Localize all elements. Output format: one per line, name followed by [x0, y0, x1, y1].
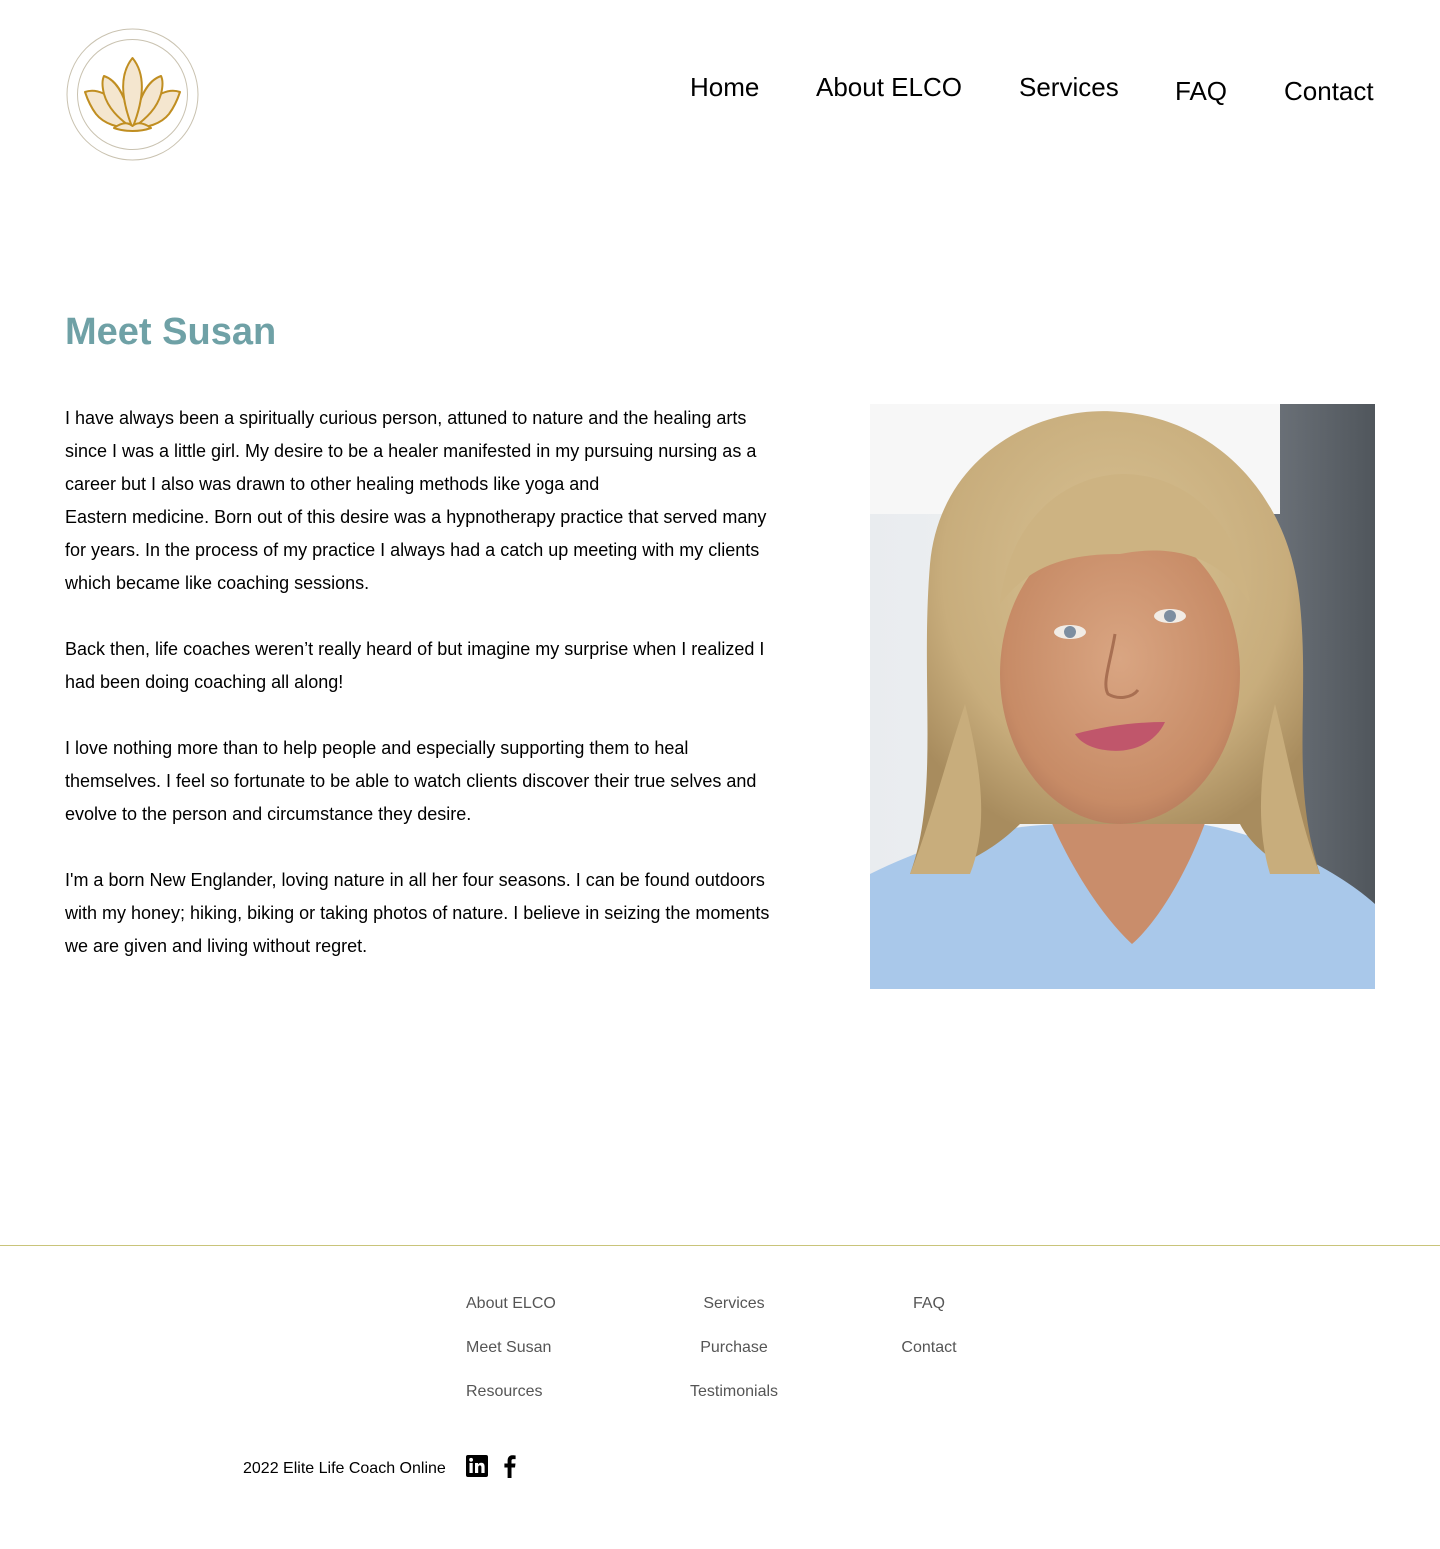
footer-link-faq[interactable]: FAQ [913, 1296, 945, 1312]
bio-paragraph: Back then, life coaches weren’t really h… [65, 639, 765, 692]
footer-link-about[interactable]: About ELCO [466, 1296, 556, 1312]
facebook-icon[interactable] [498, 1454, 522, 1478]
footer-link-contact[interactable]: Contact [901, 1340, 956, 1356]
bio-paragraph: I have always been a spiritually curious… [65, 402, 785, 600]
bio-line: I have always been a spiritually curious… [65, 408, 757, 494]
page-title: Meet Susan [65, 311, 277, 353]
nav-contact[interactable]: Contact [1284, 78, 1374, 104]
bio-line: Eastern medicine. Born out of this desir… [65, 507, 767, 593]
main-nav: Home About ELCO Services FAQ Contact [0, 0, 1440, 140]
footer-link-services[interactable]: Services [703, 1296, 764, 1312]
linkedin-icon[interactable] [465, 1454, 489, 1478]
bio-paragraph: I love nothing more than to help people … [65, 738, 757, 824]
nav-about-elco[interactable]: About ELCO [816, 74, 962, 100]
bio-text: I have always been a spiritually curious… [65, 402, 785, 996]
footer-link-purchase[interactable]: Purchase [700, 1340, 768, 1356]
nav-home[interactable]: Home [690, 74, 759, 100]
portrait-photo [870, 404, 1375, 989]
nav-faq[interactable]: FAQ [1175, 78, 1227, 104]
footer-divider [0, 1245, 1440, 1246]
footer-link-resources[interactable]: Resources [466, 1384, 542, 1400]
footer-link-meet-susan[interactable]: Meet Susan [466, 1340, 551, 1356]
nav-services[interactable]: Services [1019, 74, 1119, 100]
footer-link-testimonials[interactable]: Testimonials [690, 1384, 778, 1400]
copyright-text: 2022 Elite Life Coach Online [243, 1460, 446, 1477]
bio-paragraph: I'm a born New Englander, loving nature … [65, 870, 770, 956]
